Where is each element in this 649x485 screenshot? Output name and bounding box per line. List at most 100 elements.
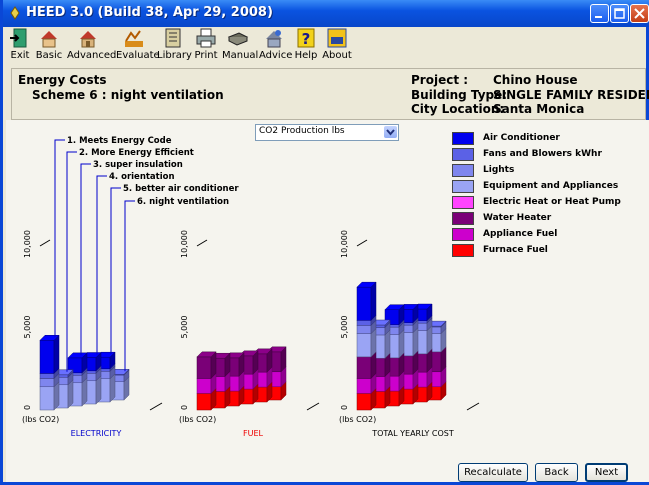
legend-label: Fans and Blowers kWhr: [483, 149, 602, 159]
next-button[interactable]: Next: [585, 463, 628, 482]
city-location-value: Santa Monica: [493, 102, 585, 116]
axis-break-mark: [466, 402, 480, 411]
bar-segment: [356, 333, 372, 358]
bar-segment: [39, 386, 55, 411]
building-type-value: SINGLE FAMILY RESIDENCE: [493, 88, 649, 102]
svg-text:?: ?: [302, 30, 311, 48]
toolbar-evaluate-button[interactable]: Evaluate: [116, 27, 160, 65]
basic-icon: [41, 31, 57, 48]
electricity-bar-1: [39, 334, 60, 411]
scheme-label-5: 5. better air conditioner: [123, 184, 239, 194]
y-tick-label: 5,000: [180, 316, 189, 339]
toolbar-basic-button[interactable]: Basic: [35, 27, 63, 65]
y-tick-label: 0: [340, 405, 349, 410]
bar-segment: [196, 378, 212, 394]
bar-segment: [196, 393, 212, 411]
y-tick-label: 0: [180, 405, 189, 410]
legend-label: Furnace Fuel: [483, 245, 548, 255]
y-tick-label: 0: [23, 405, 32, 410]
recalculate-button[interactable]: Recalculate: [458, 463, 528, 482]
toolbar-manual-button[interactable]: Manual: [222, 27, 258, 65]
legend-label: Water Heater: [483, 213, 552, 223]
close-button[interactable]: [630, 4, 649, 23]
maximize-button[interactable]: [610, 4, 629, 23]
title-bar[interactable]: HEED 3.0 (Build 38, Apr 29, 2008): [3, 0, 649, 27]
help-icon: ?: [297, 28, 315, 48]
legend-swatch: [452, 212, 474, 225]
back-button[interactable]: Back: [535, 463, 578, 482]
electricity-panel-title: ELECTRICITY: [71, 429, 122, 438]
bar-segment-side: [53, 334, 60, 375]
toolbar: Exit Basic Advanced Evaluate Library Pri…: [6, 27, 649, 67]
scheme-label-3: 3. super insulation: [93, 160, 183, 170]
advanced-icon: [80, 31, 96, 48]
project-header: Energy Costs Scheme 6 : night ventilatio…: [11, 68, 649, 120]
advice-icon: [266, 30, 282, 48]
legend-swatch: [452, 228, 474, 241]
app-icon: [10, 6, 20, 20]
legend-swatch: [452, 244, 474, 257]
bar-segment: [39, 378, 55, 388]
toolbar-print-button[interactable]: Print: [193, 27, 219, 65]
scheme-label-1: 1. Meets Energy Code: [67, 136, 172, 146]
unit-label: (lbs CO2): [22, 415, 59, 424]
toolbar-exit-button[interactable]: Exit: [8, 27, 32, 65]
scheme-leader-line: [96, 175, 107, 355]
bar-segment: [356, 393, 372, 411]
legend-swatch: [452, 148, 474, 161]
toolbar-library-button[interactable]: Library: [157, 27, 192, 65]
window-title: HEED 3.0 (Build 38, Apr 29, 2008): [26, 5, 273, 20]
bar-segment-side: [370, 281, 377, 321]
total-yearly-cost-panel-title: TOTAL YEARLY COST: [371, 429, 454, 438]
y-tick-label: 10,000: [23, 230, 32, 258]
legend-label: Air Conditioner: [483, 133, 560, 143]
bar-segment: [356, 378, 372, 394]
fuel-panel-title: FUEL: [243, 429, 264, 438]
legend-swatch: [452, 180, 474, 193]
toolbar-about-button[interactable]: About: [322, 27, 352, 65]
fuel-bar-1: [196, 351, 217, 411]
toolbar-advanced-button[interactable]: Advanced: [67, 27, 116, 65]
legend-label: Electric Heat or Heat Pump: [483, 197, 621, 207]
bar-segment: [39, 340, 55, 374]
bar-segment: [196, 356, 212, 379]
printer-icon: [196, 28, 216, 48]
y-tick-label: 5,000: [340, 316, 349, 339]
maximize-icon: [614, 8, 625, 19]
bar-segment: [356, 325, 372, 334]
axis-break-mark: [306, 402, 320, 411]
bar-segment: [356, 286, 372, 321]
scheme-name: Scheme 6 : night ventilation: [32, 88, 224, 102]
axis-break-mark: [196, 239, 208, 247]
city-location-label: City Location:: [411, 102, 505, 116]
chart-area: CO2 Production lbs 0 5,000 10,000 (lbs CO2)…: [6, 120, 649, 482]
scheme-label-6: 6. night ventilation: [137, 197, 229, 207]
bar-segment: [39, 373, 55, 379]
about-icon: [327, 28, 347, 48]
unit-label: (lbs CO2): [179, 415, 216, 424]
legend-swatch: [452, 196, 474, 209]
evaluate-icon: [125, 30, 143, 47]
minimize-button[interactable]: [590, 4, 609, 23]
scheme-leader-line: [66, 151, 77, 372]
legend-label: Equipment and Appliances: [483, 181, 619, 191]
bar-segment: [356, 320, 372, 326]
axis-break-mark: [39, 239, 51, 247]
scheme-label-4: 4. orientation: [109, 172, 175, 182]
close-icon: [634, 8, 645, 19]
legend-label: Appliance Fuel: [483, 229, 558, 239]
y-tick-label: 10,000: [180, 230, 189, 258]
legend-label: Lights: [483, 165, 515, 175]
legend-swatch: [452, 164, 474, 177]
total-yearly-cost-bar-1: [356, 281, 377, 411]
scheme-leader-line: [54, 139, 65, 338]
scheme-label-2: 2. More Energy Efficient: [79, 148, 194, 158]
scheme-leader-line: [124, 200, 135, 372]
toolbar-advice-button[interactable]: Advice: [259, 27, 292, 65]
exit-icon: [10, 28, 27, 48]
project-value: Chino House: [493, 73, 578, 87]
y-tick-label: 10,000: [340, 230, 349, 258]
project-label: Project :: [411, 73, 469, 87]
bar-segment: [356, 356, 372, 379]
toolbar-help-button[interactable]: ? Help: [294, 27, 318, 65]
